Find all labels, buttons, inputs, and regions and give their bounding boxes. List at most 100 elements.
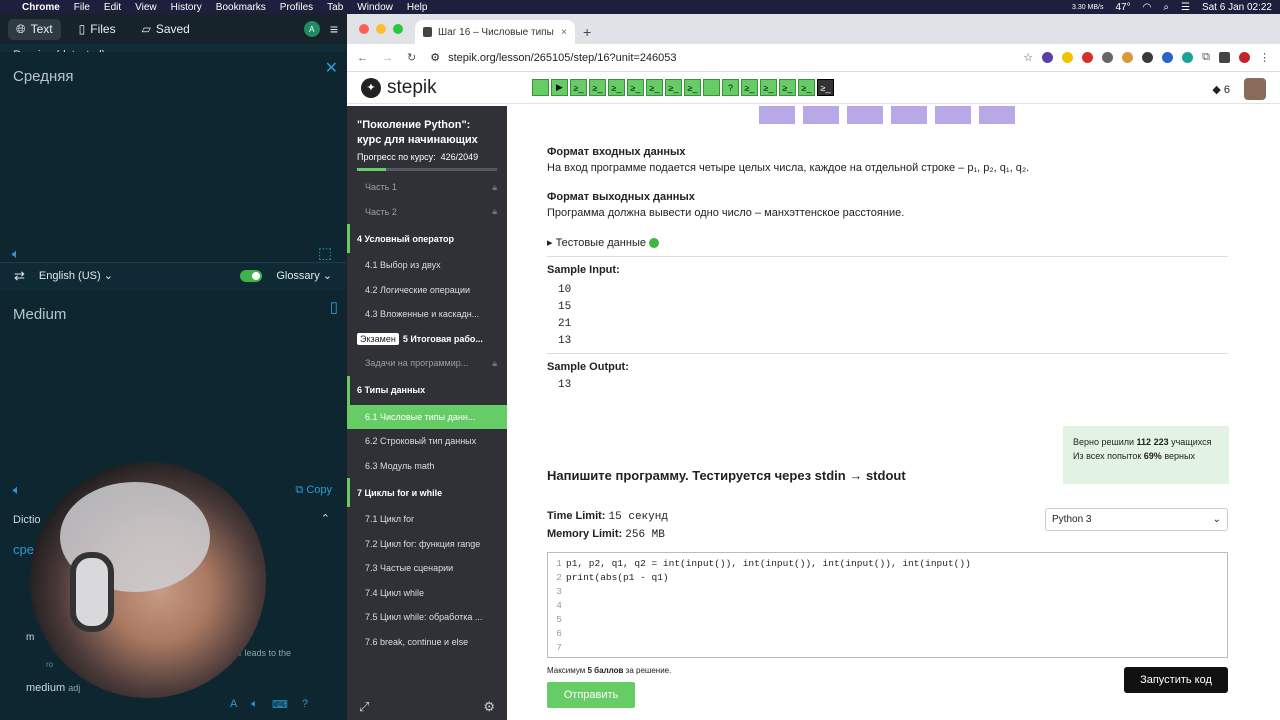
kebab-menu-icon[interactable]: ⋮: [1259, 51, 1270, 64]
menu-history[interactable]: History: [171, 2, 202, 13]
step-button[interactable]: ?: [722, 79, 739, 96]
menu-view[interactable]: View: [135, 2, 157, 13]
sidebar-item[interactable]: Часть 2 🔒︎: [347, 200, 507, 225]
browser-tab[interactable]: Шаг 16 – Числовые типы да ×: [415, 20, 575, 44]
speaker-icon[interactable]: 🔈︎: [13, 482, 21, 498]
sidebar-item[interactable]: 4.2 Логические операции: [347, 278, 507, 303]
copy-button[interactable]: ⧉ Copy: [295, 484, 332, 497]
sidebar-item[interactable]: 6.2 Строковый тип данных: [347, 429, 507, 454]
close-tab-icon[interactable]: ×: [561, 27, 567, 38]
font-icon[interactable]: A: [230, 698, 237, 711]
sidebar-item[interactable]: 4.3 Вложенные и каскадн...: [347, 302, 507, 327]
step-button[interactable]: ≥_: [779, 79, 796, 96]
url-text[interactable]: stepik.org/lesson/265105/step/16?unit=24…: [448, 52, 676, 64]
sidebar-item[interactable]: 6.3 Модуль math: [347, 454, 507, 479]
minimize-button[interactable]: [376, 24, 386, 34]
sidebar-item[interactable]: 7 Циклы for и while: [347, 478, 507, 507]
speaker-icon[interactable]: 🔈︎: [12, 246, 20, 262]
glossary-toggle[interactable]: [240, 269, 263, 282]
step-button[interactable]: ≥_: [684, 79, 701, 96]
close-icon[interactable]: ✕: [325, 58, 338, 78]
code-line[interactable]: 1 p1, p2, q1, q2 = int(input()), int(inpu…: [548, 556, 1227, 570]
menu-window[interactable]: Window: [357, 2, 393, 13]
sidebar-item[interactable]: 7.2 Цикл for: функция range: [347, 532, 507, 557]
source-text-panel[interactable]: Средняя ✕ 🔈︎ ⬚: [0, 52, 346, 270]
code-line[interactable]: 2 print(abs(p1 - q1): [548, 570, 1227, 584]
notifications[interactable]: ◆ 6: [1212, 83, 1230, 96]
code-editor[interactable]: 1 p1, p2, q1, q2 = int(input()), int(inpu…: [547, 552, 1228, 658]
code-line[interactable]: 5: [548, 612, 1227, 626]
sidebar-item[interactable]: 6 Типы данных: [347, 375, 507, 405]
code-line[interactable]: 6: [548, 626, 1227, 640]
step-button[interactable]: ▶: [551, 79, 568, 96]
step-button[interactable]: ≥_: [817, 79, 834, 96]
star-icon[interactable]: ☆: [1023, 51, 1033, 64]
back-icon[interactable]: ←: [357, 52, 368, 64]
step-button[interactable]: ≥_: [570, 79, 587, 96]
extension-icon[interactable]: [1042, 52, 1054, 63]
avatar[interactable]: A: [303, 21, 320, 37]
menu-edit[interactable]: Edit: [104, 2, 121, 13]
bookmark-icon[interactable]: ▯: [330, 298, 338, 316]
tab-text[interactable]: 🌐︎ Text: [8, 18, 61, 40]
glossary-select[interactable]: Glossary ⌄: [276, 269, 332, 282]
menu-tab[interactable]: Tab: [327, 2, 343, 13]
sidebar-item[interactable]: 4.1 Выбор из двух: [347, 253, 507, 278]
sidebar-icon[interactable]: [1219, 52, 1230, 63]
code-text[interactable]: p1, p2, q1, q2 = int(input()), int(input…: [566, 558, 971, 569]
source-text[interactable]: Средняя: [13, 68, 73, 85]
extension-icon[interactable]: [1142, 52, 1154, 63]
code-line[interactable]: 7: [548, 640, 1227, 654]
speaker-slow-icon[interactable]: 🔈︎: [251, 698, 258, 711]
user-avatar[interactable]: [1244, 78, 1266, 100]
fullscreen-icon[interactable]: ⬚: [318, 244, 332, 262]
extension-icon[interactable]: [1122, 52, 1134, 63]
code-line[interactable]: 4: [548, 598, 1227, 612]
sidebar-item[interactable]: Экзамен 5 Итоговая рабо...: [347, 327, 507, 352]
sidebar-item[interactable]: Часть 1 🔒︎: [347, 175, 507, 200]
app-menu[interactable]: Chrome: [22, 2, 60, 13]
swap-icon[interactable]: ⇄: [14, 268, 25, 284]
course-title[interactable]: "Поколение Python": курс для начинающих: [347, 106, 507, 152]
step-button[interactable]: ≥_: [608, 79, 625, 96]
step-button[interactable]: ≥_: [646, 79, 663, 96]
sidebar-item[interactable]: Задачи на программир... 🔒︎: [347, 351, 507, 376]
step-button[interactable]: ≥_: [627, 79, 644, 96]
sidebar-item[interactable]: 7.1 Цикл for: [347, 507, 507, 532]
extension-icon[interactable]: [1082, 52, 1094, 63]
language-select[interactable]: Python 3 ⌄: [1045, 508, 1228, 531]
zoom-button[interactable]: [393, 24, 403, 34]
forward-icon[interactable]: →: [382, 52, 393, 64]
target-language-select[interactable]: English (US) ⌄: [39, 269, 113, 282]
clock[interactable]: Sat 6 Jan 02:22: [1202, 2, 1272, 13]
menu-file[interactable]: File: [74, 2, 90, 13]
reload-icon[interactable]: ↻: [407, 51, 416, 64]
control-center-icon[interactable]: ☰: [1181, 2, 1190, 13]
extension-icon[interactable]: [1182, 52, 1194, 63]
step-button[interactable]: ≥_: [760, 79, 777, 96]
stepik-logo[interactable]: ✦ stepik: [361, 77, 531, 99]
test-data-toggle[interactable]: ▸ Тестовые данные: [547, 236, 660, 249]
menu-help[interactable]: Help: [407, 2, 428, 13]
tab-saved[interactable]: ▱ Saved: [134, 19, 198, 39]
puzzle-icon[interactable]: ⧉: [1202, 51, 1210, 64]
wifi-icon[interactable]: ◠: [1143, 2, 1152, 13]
collapse-icon[interactable]: ⤢: [359, 699, 369, 715]
extension-icon[interactable]: [1162, 52, 1174, 63]
step-button[interactable]: ≥_: [665, 79, 682, 96]
help-icon[interactable]: ?: [302, 698, 308, 711]
step-button[interactable]: ≥_: [741, 79, 758, 96]
search-icon[interactable]: ⌕: [1163, 2, 1169, 13]
menu-bookmarks[interactable]: Bookmarks: [216, 2, 266, 13]
url-field[interactable]: ⚙︎ stepik.org/lesson/265105/step/16?unit…: [430, 51, 676, 65]
keyboard-icon[interactable]: ⌨: [272, 698, 288, 711]
hamburger-icon[interactable]: ≡: [330, 21, 338, 37]
submit-button[interactable]: Отправить: [547, 682, 635, 708]
sidebar-item[interactable]: 6.1 Числовые типы данн...: [347, 404, 507, 429]
step-button[interactable]: [532, 79, 549, 96]
code-text[interactable]: print(abs(p1 - q1): [566, 572, 669, 583]
tab-files[interactable]: ▯ Files: [71, 19, 124, 39]
chevron-up-icon[interactable]: ⌃: [321, 512, 330, 525]
sidebar-item[interactable]: 7.6 break, continue и else: [347, 630, 507, 655]
close-window-button[interactable]: [359, 24, 369, 34]
